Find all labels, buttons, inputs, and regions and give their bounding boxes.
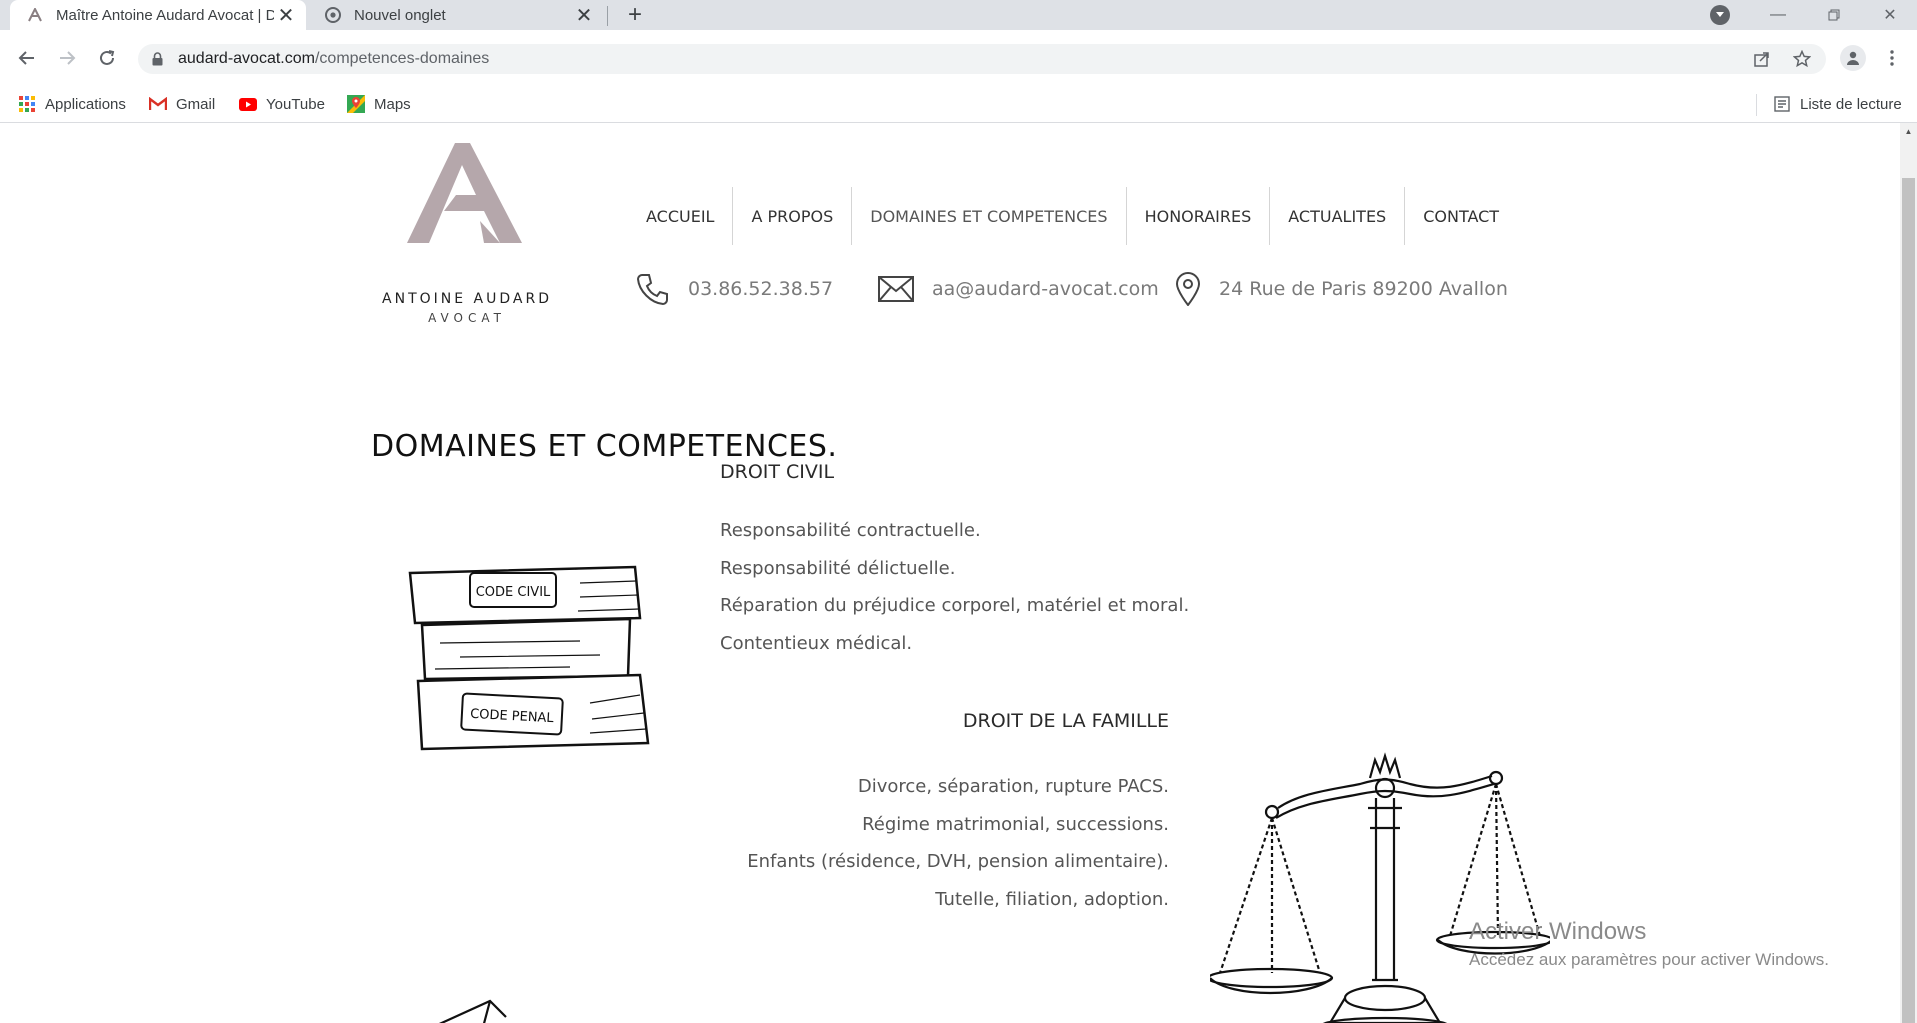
map-pin-icon — [1175, 272, 1201, 306]
close-window-icon[interactable]: ✕ — [1862, 0, 1917, 30]
logo-subtitle: AVOCAT — [428, 311, 506, 325]
profile-avatar-icon[interactable] — [1840, 45, 1866, 71]
maps-icon — [347, 95, 365, 113]
envelope-icon — [878, 276, 914, 302]
bookmarks-bar: Applications Gmail YouTube Maps Liste de… — [0, 86, 1917, 123]
new-tab-icon[interactable]: + — [622, 1, 648, 28]
bookmark-label: Maps — [374, 95, 411, 113]
url-path: /competences-domaines — [314, 50, 490, 67]
section-title-droit-famille: DROIT DE LA FAMILLE — [962, 710, 1169, 732]
url-domain: audard-avocat.com — [178, 50, 315, 67]
tab-audard[interactable]: Maître Antoine Audard Avocat | D ✕ — [10, 0, 306, 30]
tab-divider — [607, 6, 608, 26]
main-navigation: ACCUEIL A PROPOS DOMAINES ET COMPETENCES… — [628, 187, 1517, 245]
page-scrollbar[interactable]: ▲ — [1900, 123, 1917, 1023]
bookmark-applications[interactable]: Applications — [18, 94, 126, 114]
nav-honoraires[interactable]: HONORAIRES — [1125, 187, 1270, 245]
list-droit-famille: Divorce, séparation, rupture PACS. Régim… — [700, 768, 1169, 918]
reading-list-icon — [1773, 95, 1791, 113]
web-page: ANTOINE AUDARD AVOCAT ACCUEIL A PROPOS D… — [0, 123, 1900, 1023]
site-logo[interactable]: ANTOINE AUDARD AVOCAT — [372, 143, 562, 325]
contact-phone[interactable]: 03.86.52.38.57 — [636, 269, 833, 309]
list-item: Réparation du préjudice corporel, matéri… — [720, 595, 1190, 616]
close-tab-icon[interactable]: ✕ — [572, 3, 596, 27]
list-droit-civil: Responsabilité contractuelle. Responsabi… — [720, 512, 1189, 662]
share-icon[interactable] — [1752, 49, 1772, 69]
scales-of-justice-illustration — [1206, 748, 1555, 1023]
nav-accueil[interactable]: ACCUEIL — [628, 187, 732, 245]
tab-new[interactable]: Nouvel onglet ✕ — [312, 0, 604, 30]
menu-kebab-icon[interactable] — [1884, 45, 1900, 71]
logo-name: ANTOINE AUDARD — [382, 291, 552, 307]
tab-strip: Maître Antoine Audard Avocat | D ✕ Nouve… — [0, 0, 1917, 30]
tab-title: Maître Antoine Audard Avocat | D — [56, 6, 274, 24]
book-label-civil: CODE CIVIL — [476, 585, 551, 600]
address-bar[interactable]: audard-avocat.com/competences-domaines — [138, 44, 1826, 74]
bookmark-gmail[interactable]: Gmail — [149, 94, 215, 114]
bookmark-maps[interactable]: Maps — [347, 94, 411, 114]
windows-activation-watermark: Activer Windows Accédez aux paramètres p… — [1469, 918, 1829, 970]
nav-actualites[interactable]: ACTUALITES — [1269, 187, 1404, 245]
list-item: Enfants (résidence, DVH, pension aliment… — [747, 851, 1169, 872]
bookmark-label: Applications — [45, 95, 126, 113]
contact-email[interactable]: aa@audard-avocat.com — [878, 269, 1159, 309]
site-favicon-icon — [26, 6, 44, 24]
list-item: Responsabilité contractuelle. — [720, 520, 981, 541]
phone-icon — [636, 272, 670, 306]
watermark-title: Activer Windows — [1469, 918, 1647, 945]
star-bookmark-icon[interactable] — [1792, 49, 1812, 69]
section-title-droit-civil: DROIT CIVIL — [720, 461, 835, 483]
nav-contact[interactable]: CONTACT — [1404, 187, 1517, 245]
back-icon[interactable] — [13, 44, 41, 72]
reading-list-label: Liste de lecture — [1800, 95, 1902, 113]
logo-a-icon — [407, 143, 522, 243]
list-item: Responsabilité délictuelle. — [720, 557, 956, 579]
close-tab-icon[interactable]: ✕ — [274, 3, 298, 27]
email-address: aa@audard-avocat.com — [932, 278, 1159, 300]
minimize-icon[interactable]: — — [1750, 0, 1806, 30]
restore-icon[interactable] — [1806, 0, 1862, 30]
list-item: Divorce, séparation, rupture PACS. — [857, 776, 1169, 797]
law-books-illustration: CODE CIVIL CODE PENAL — [400, 553, 660, 763]
nav-domaines-competences[interactable]: DOMAINES ET COMPETENCES — [851, 187, 1125, 245]
bookmark-label: YouTube — [266, 95, 325, 113]
bookmark-youtube[interactable]: YouTube — [239, 94, 325, 114]
page-title: DOMAINES ET COMPETENCES. — [371, 429, 838, 464]
tab-search-icon[interactable] — [1710, 5, 1730, 25]
watermark-subtitle: Accédez aux paramètres pour activer Wind… — [1469, 950, 1829, 969]
forward-icon[interactable] — [53, 44, 81, 72]
list-item: Tutelle, filiation, adoption. — [935, 888, 1169, 910]
lock-icon[interactable] — [152, 52, 163, 71]
youtube-icon — [239, 95, 257, 113]
contact-address[interactable]: 24 Rue de Paris 89200 Avallon — [1175, 269, 1508, 309]
gmail-icon — [149, 95, 167, 113]
phone-number: 03.86.52.38.57 — [688, 278, 834, 300]
bookmarks-divider — [1756, 94, 1757, 116]
chrome-icon — [324, 6, 342, 24]
apps-grid-icon — [18, 95, 36, 113]
list-item: Contentieux médical. — [720, 632, 913, 654]
url-text[interactable]: audard-avocat.com/competences-domaines — [178, 50, 489, 68]
list-item: Régime matrimonial, successions. — [862, 813, 1169, 835]
partial-illustration — [420, 991, 540, 1023]
nav-a-propos[interactable]: A PROPOS — [732, 187, 851, 245]
bookmark-label: Gmail — [176, 95, 216, 113]
scroll-up-arrow-icon[interactable]: ▲ — [1900, 123, 1917, 140]
scrollbar-thumb[interactable] — [1902, 178, 1915, 1023]
postal-address: 24 Rue de Paris 89200 Avallon — [1219, 278, 1508, 300]
reload-icon[interactable] — [93, 44, 121, 72]
tab-title: Nouvel onglet — [354, 6, 446, 24]
reading-list-button[interactable]: Liste de lecture — [1773, 94, 1902, 114]
